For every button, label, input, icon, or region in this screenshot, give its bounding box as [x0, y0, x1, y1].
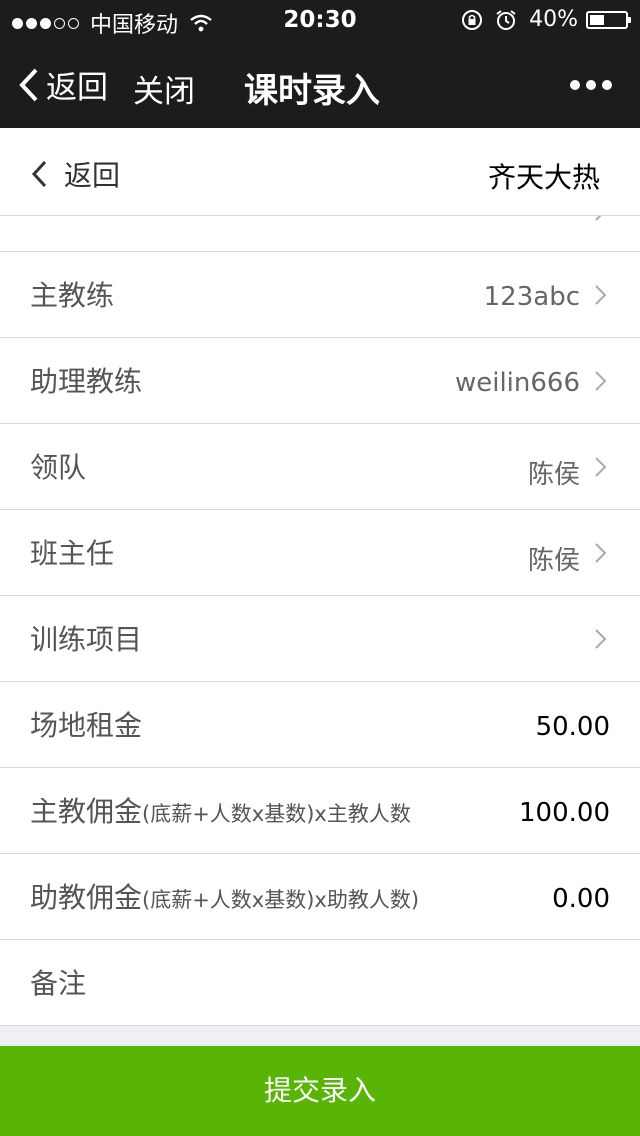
row-formula: (底薪+人数x基数)x主教人数 [142, 802, 411, 826]
row-value: 陈侯 [527, 460, 580, 490]
form-list: 主教练 123abc 助理教练 weilin666 领队 陈侯 班主任 陈侯 训… [0, 166, 640, 1026]
nav-back-label: 返回 [46, 70, 108, 106]
sub-header-name: 齐天大热 [487, 161, 600, 194]
chevron-left-icon [19, 68, 38, 101]
assistant-commission-input[interactable]: 0.00 [552, 884, 610, 914]
row-value: weilin666 [454, 368, 580, 398]
row-label: 训练项目 [30, 623, 143, 656]
list-item-head-coach-commission[interactable]: 主教佣金(底薪+人数x基数)x主教人数 100.00 [0, 768, 640, 854]
more-options-icon[interactable] [564, 80, 612, 90]
alarm-icon [496, 9, 516, 30]
list-item-assistant-commission[interactable]: 助教佣金(底薪+人数x基数)x助教人数) 0.00 [0, 854, 640, 940]
row-label: 场地租金 [30, 709, 143, 742]
chevron-left-icon [31, 160, 47, 188]
row-label: 主教练 [30, 279, 115, 312]
submit-button[interactable]: 提交录入 [0, 1046, 640, 1136]
sub-header: 返回 齐天大热 [0, 128, 640, 216]
chevron-right-icon [595, 457, 607, 477]
row-label: 备注 [30, 967, 87, 1000]
row-value: 123abc [483, 282, 580, 312]
row-label: 领队 [30, 451, 87, 484]
battery-percent: 40% [529, 7, 578, 32]
list-item-team-leader[interactable]: 领队 陈侯 [0, 424, 640, 510]
sub-back-button[interactable]: 返回 [30, 154, 120, 194]
row-label: 助理教练 [30, 365, 143, 398]
list-item-remarks[interactable]: 备注 [0, 940, 640, 1026]
list-item-training-item[interactable]: 训练项目 [0, 596, 640, 682]
row-label: 班主任 [30, 537, 115, 570]
venue-rent-input[interactable]: 50.00 [536, 712, 610, 742]
chevron-right-icon [595, 543, 607, 563]
nav-back-button[interactable]: 返回 [18, 62, 108, 107]
row-formula: (底薪+人数x基数)x助教人数) [142, 888, 420, 912]
page-title: 课时录入 [244, 71, 380, 111]
row-value: 陈侯 [527, 546, 580, 576]
list-item-assistant-coach[interactable]: 助理教练 weilin666 [0, 338, 640, 424]
battery-icon [586, 10, 631, 29]
list-item-venue-rent[interactable]: 场地租金 50.00 [0, 682, 640, 768]
rotation-lock-icon [462, 9, 483, 30]
row-label: 助教佣金(底薪+人数x基数)x助教人数) [30, 881, 420, 914]
status-bar: 中国移动 20:30 40% [0, 0, 640, 40]
list-item-class-teacher[interactable]: 班主任 陈侯 [0, 510, 640, 596]
nav-bar: 返回 关闭 课时录入 [0, 40, 640, 128]
row-label: 主教佣金(底薪+人数x基数)x主教人数 [30, 795, 411, 828]
chevron-right-icon [595, 629, 607, 649]
head-coach-commission-input[interactable]: 100.00 [519, 798, 610, 828]
nav-close-button[interactable]: 关闭 [133, 66, 195, 111]
chevron-right-icon [595, 371, 607, 391]
divider [0, 1025, 640, 1046]
list-item-head-coach[interactable]: 主教练 123abc [0, 252, 640, 338]
sub-back-label: 返回 [64, 159, 121, 192]
chevron-right-icon [595, 285, 607, 305]
